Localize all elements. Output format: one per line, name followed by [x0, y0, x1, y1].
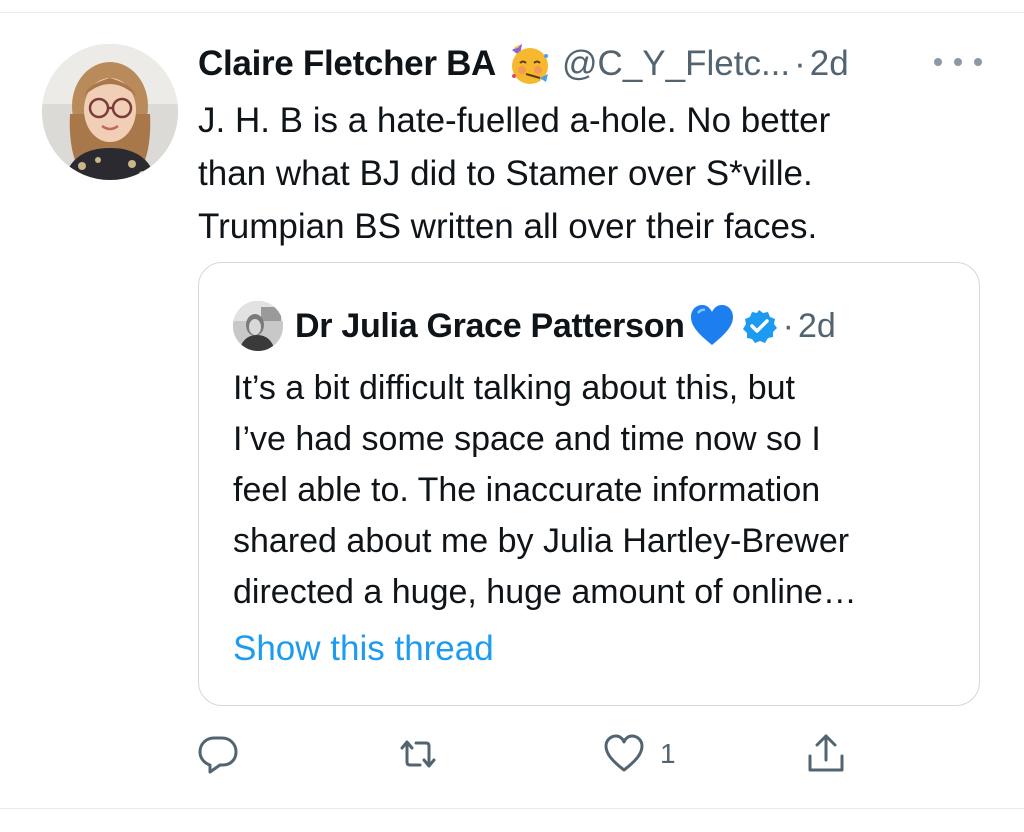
- reply-button[interactable]: [196, 726, 240, 782]
- reply-icon: [196, 732, 240, 776]
- quoted-author-avatar: [233, 301, 283, 351]
- tweet-text: J. H. B is a hate-fuelled a-hole. No bet…: [198, 101, 831, 246]
- quoted-tweet-card[interactable]: Dr Julia Grace Patterson · 2d It’s a bit…: [198, 262, 980, 706]
- tweet-actions: 1: [0, 726, 1024, 782]
- top-divider: [0, 12, 1024, 13]
- share-button[interactable]: [804, 726, 848, 782]
- separator-dot: ·: [794, 44, 806, 83]
- more-options-icon[interactable]: [934, 46, 982, 78]
- author-name[interactable]: Claire Fletcher BA: [198, 44, 496, 84]
- author-handle[interactable]: @C_Y_Fletc...: [562, 44, 790, 84]
- like-count: 1: [660, 738, 676, 769]
- retweet-icon: [396, 732, 440, 776]
- verified-badge-icon: [741, 308, 777, 344]
- like-button[interactable]: 1: [602, 726, 676, 782]
- author-avatar[interactable]: [42, 44, 178, 180]
- blue-heart-emoji-icon: [689, 303, 735, 349]
- retweet-button[interactable]: [396, 726, 440, 782]
- show-thread-link[interactable]: Show this thread: [233, 629, 494, 669]
- partying-face-emoji-icon: [506, 42, 550, 86]
- quoted-tweet-header: Dr Julia Grace Patterson · 2d: [233, 301, 836, 351]
- share-icon: [804, 732, 848, 776]
- tweet-timestamp[interactable]: 2d: [810, 44, 849, 84]
- quoted-tweet-timestamp: 2d: [797, 306, 836, 345]
- quoted-separator-dot: ·: [782, 306, 794, 345]
- like-icon: [602, 732, 646, 776]
- quoted-tweet-text: It’s a bit difficult talking about this,…: [233, 369, 857, 611]
- tweet-header: Claire Fletcher BA @C_Y_Fletc... · 2d: [198, 40, 849, 88]
- quoted-author-name: Dr Julia Grace Patterson: [295, 306, 685, 345]
- bottom-divider: [0, 808, 1024, 809]
